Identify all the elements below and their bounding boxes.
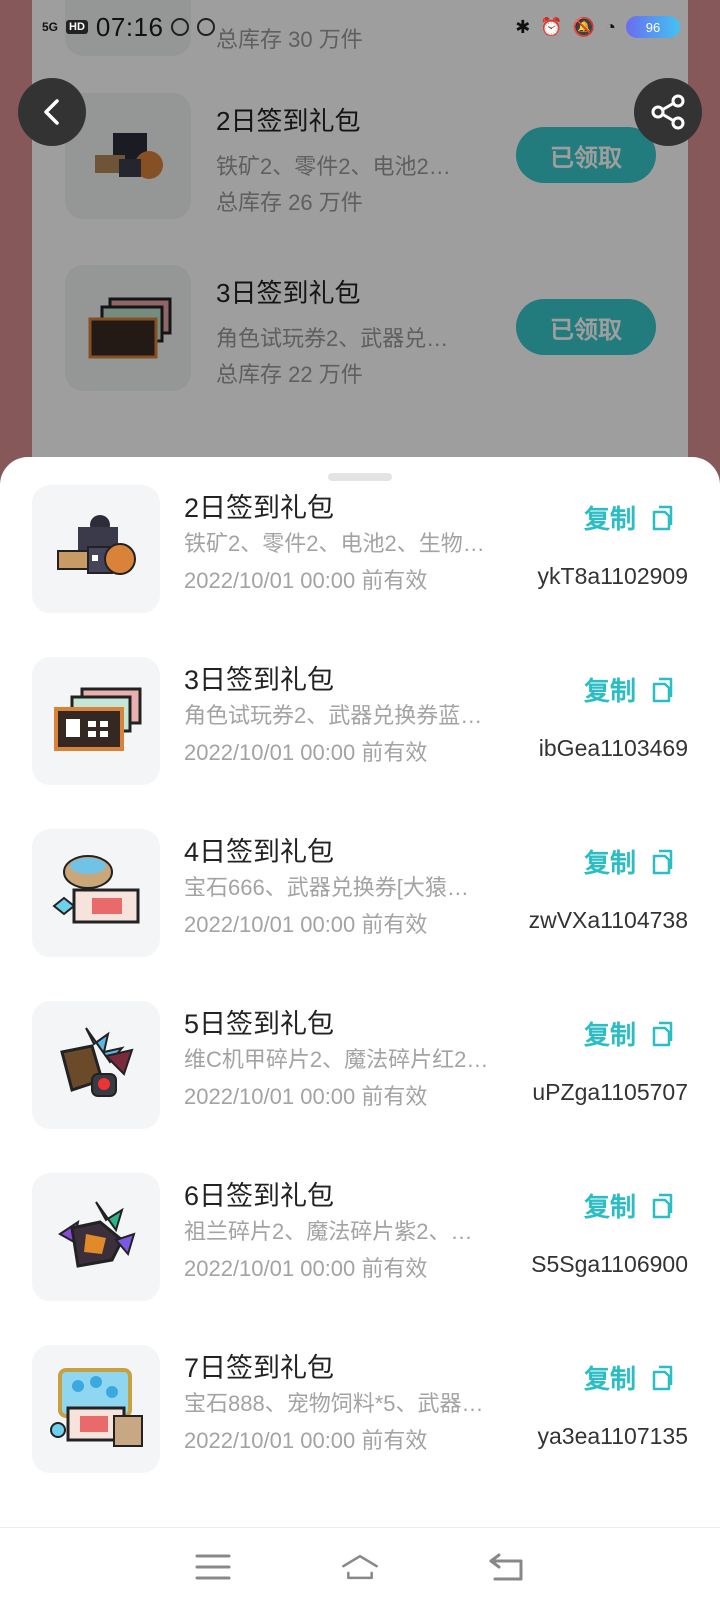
- copy-label: 复制: [584, 676, 637, 706]
- gift-code-item: 7日签到礼包 宝石888、宠物饲料*5、武器… 2022/10/01 00:00…: [0, 1345, 720, 1521]
- copy-icon: [652, 1193, 673, 1218]
- gift-expiry: 2022/10/01 00:00 前有效: [184, 568, 428, 593]
- wifi-icon: ◔: [605, 16, 616, 37]
- gift-expiry: 2022/10/01 00:00 前有效: [184, 1256, 428, 1281]
- ticket-stack-icon: [54, 687, 142, 751]
- return-icon: [489, 1553, 523, 1580]
- copy-icon: [652, 677, 673, 702]
- copy-button[interactable]: 复制: [584, 1359, 676, 1396]
- share-button[interactable]: [634, 78, 702, 146]
- gem-chest-ticket-icon: [50, 1368, 143, 1447]
- gift-expiry: 2022/10/01 00:00 前有效: [184, 1084, 428, 1109]
- gift-code[interactable]: S5Sga1106900: [531, 1251, 688, 1278]
- menu-icon: [195, 1554, 231, 1579]
- clock: 07:16: [95, 11, 164, 42]
- copy-icon: [652, 505, 673, 530]
- copy-icon: [652, 1365, 673, 1390]
- mute-icon: 🔕: [572, 16, 596, 37]
- gift-description: 维C机甲碎片2、魔法碎片红2…: [184, 1047, 489, 1072]
- battery-indicator: 96: [626, 16, 680, 38]
- gift-description: 祖兰碎片2、魔法碎片紫2、…: [184, 1219, 473, 1244]
- copy-icon: [652, 849, 673, 874]
- sheet-drag-handle[interactable]: [328, 473, 392, 481]
- gift-expiry: 2022/10/01 00:00 前有效: [184, 740, 428, 765]
- gift-code-sheet: 2日签到礼包 铁矿2、零件2、电池2、生物… 2022/10/01 00:00 …: [0, 457, 720, 1527]
- gift-thumbnail: [32, 1345, 160, 1473]
- gift-thumbnail: [32, 485, 160, 613]
- copy-button[interactable]: 复制: [584, 499, 676, 536]
- gift-title: 6日签到礼包: [184, 1181, 335, 1211]
- gift-code-item: 5日签到礼包 维C机甲碎片2、魔法碎片红2… 2022/10/01 00:00 …: [0, 1001, 720, 1177]
- gift-description: 铁矿2、零件2、电池2、生物…: [184, 531, 485, 556]
- back-button[interactable]: [18, 78, 86, 146]
- gift-description: 角色试玩券2、武器兑换券蓝…: [184, 703, 483, 728]
- bluetooth-icon: ✱: [515, 16, 531, 37]
- crystal-fragment-icon: [58, 1201, 136, 1268]
- gift-code[interactable]: uPZga1105707: [532, 1079, 688, 1106]
- chevron-left-icon: [44, 99, 59, 125]
- notification-icon: [197, 18, 216, 36]
- gift-thumbnail: [32, 657, 160, 785]
- signal-indicator: 5G: [42, 20, 59, 34]
- gift-title: 4日签到礼包: [184, 837, 335, 867]
- gift-thumbnail: [32, 1001, 160, 1129]
- copy-label: 复制: [584, 1364, 637, 1394]
- gift-description: 宝石666、武器兑换券[大猿…: [184, 875, 469, 900]
- alarm-icon: ⏰: [540, 16, 563, 37]
- gift-expiry: 2022/10/01 00:00 前有效: [184, 1428, 428, 1453]
- gift-title: 2日签到礼包: [184, 493, 335, 523]
- gift-code-item: 2日签到礼包 铁矿2、零件2、电池2、生物… 2022/10/01 00:00 …: [0, 485, 720, 661]
- system-nav-bar: [0, 1527, 720, 1605]
- status-bar: 5G HD 07:16 ✱ ⏰ 🔕 ◔ 96: [0, 0, 720, 54]
- gift-code[interactable]: ykT8a1102909: [538, 563, 688, 590]
- gift-title: 7日签到礼包: [184, 1353, 335, 1383]
- mining-gear-icon: [57, 515, 136, 575]
- notification-icon: [171, 18, 190, 36]
- gift-code-item: 3日签到礼包 角色试玩券2、武器兑换券蓝… 2022/10/01 00:00 前…: [0, 657, 720, 833]
- gift-description: 宝石888、宠物饲料*5、武器…: [184, 1391, 484, 1416]
- home-icon: [342, 1554, 378, 1579]
- copy-label: 复制: [584, 1020, 637, 1050]
- gift-title: 5日签到礼包: [184, 1009, 335, 1039]
- home-button[interactable]: [340, 1547, 380, 1587]
- copy-button[interactable]: 复制: [584, 843, 676, 880]
- share-icon: [651, 94, 685, 130]
- copy-label: 复制: [584, 504, 637, 534]
- gift-title: 3日签到礼包: [184, 665, 335, 695]
- gift-expiry: 2022/10/01 00:00 前有效: [184, 912, 428, 937]
- copy-icon: [652, 1021, 673, 1046]
- menu-button[interactable]: [193, 1547, 233, 1587]
- gift-code-item: 4日签到礼包 宝石666、武器兑换券[大猿… 2022/10/01 00:00 …: [0, 829, 720, 1005]
- mech-fragment-icon: [60, 1027, 134, 1097]
- gift-code-item: 6日签到礼包 祖兰碎片2、魔法碎片紫2、… 2022/10/01 00:00 前…: [0, 1173, 720, 1349]
- copy-label: 复制: [584, 1192, 637, 1222]
- copy-label: 复制: [584, 848, 637, 878]
- gift-code[interactable]: ya3ea1107135: [538, 1423, 689, 1450]
- copy-button[interactable]: 复制: [584, 1015, 676, 1052]
- copy-button[interactable]: 复制: [584, 671, 676, 708]
- copy-button[interactable]: 复制: [584, 1187, 676, 1224]
- system-back-button[interactable]: [487, 1547, 527, 1587]
- gift-thumbnail: [32, 1173, 160, 1301]
- gift-code[interactable]: zwVXa1104738: [529, 907, 688, 934]
- gem-bag-ticket-icon: [52, 855, 140, 924]
- gift-thumbnail: [32, 829, 160, 957]
- gift-code[interactable]: ibGea1103469: [539, 735, 688, 762]
- hd-badge: HD: [66, 20, 88, 34]
